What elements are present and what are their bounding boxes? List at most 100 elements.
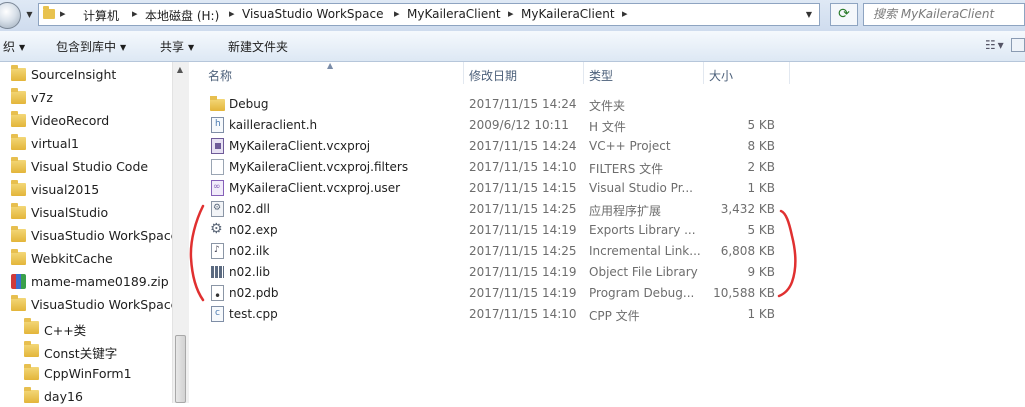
file-size: 3,432 KB [720, 202, 775, 216]
file-size: 8 KB [747, 139, 775, 153]
column-divider[interactable] [463, 62, 464, 84]
nav-item-label: VisuaStudio WorkSpace [31, 297, 179, 312]
nav-item[interactable]: Visual Studio Code [0, 157, 172, 177]
file-size: 1 KB [747, 307, 775, 321]
include-in-library-menu[interactable]: 包含到库中 ▼ [56, 38, 126, 55]
file-row[interactable]: n02.lib 2017/11/15 14:19 Object File Libra… [200, 262, 790, 283]
file-size: 5 KB [747, 118, 775, 132]
file-type: VC++ Project [589, 139, 671, 153]
history-dropdown-icon[interactable]: ▼ [25, 9, 34, 21]
nav-item-label: mame-mame0189.zip [31, 274, 169, 289]
file-name: MyKaileraClient.vcxproj.user [229, 181, 401, 195]
vs-user-file-icon [211, 180, 224, 196]
preview-pane-icon[interactable] [1011, 38, 1025, 52]
breadcrumb-workspace[interactable]: VisuaStudio WorkSpace [242, 7, 383, 21]
nav-item[interactable]: VisualStudio [0, 203, 172, 223]
file-row[interactable]: MyKaileraClient.vcxproj 2017/11/15 14:24 V… [200, 136, 790, 157]
file-modified: 2017/11/15 14:10 [469, 307, 577, 321]
nav-item[interactable]: SourceInsight [0, 65, 172, 85]
column-header-type[interactable]: 类型 [589, 67, 613, 84]
nav-scrollbar-thumb[interactable] [175, 335, 186, 403]
column-header-size[interactable]: 大小 [709, 67, 733, 84]
breadcrumb-mykaileraclient[interactable]: MyKaileraClient [407, 7, 501, 21]
breadcrumb[interactable]: ▸ 计算机 ▸ 本地磁盘 (H:) ▸ VisuaStudio WorkSpac… [38, 3, 820, 26]
file-row[interactable]: kailleraclient.h 2009/6/12 10:11 H 文件 5 KB [200, 115, 790, 136]
folder-icon [11, 249, 26, 265]
file-type: FILTERS 文件 [589, 162, 664, 176]
file-row[interactable]: n02.dll 2017/11/15 14:25 应用程序扩展 3,432 KB [200, 199, 790, 220]
exp-icon [210, 221, 224, 238]
nav-item-label: Visual Studio Code [31, 159, 149, 174]
refresh-button[interactable]: ⟳ [830, 3, 858, 26]
breadcrumb-computer[interactable]: 计算机 [83, 7, 119, 24]
column-header-modified[interactable]: 修改日期 [469, 67, 517, 84]
nav-item[interactable]: VisuaStudio WorkSpace [0, 295, 178, 315]
nav-item-label: Const关键字 [44, 346, 118, 361]
chevron-right-icon[interactable]: ▸ [508, 7, 514, 20]
file-name: n02.pdb [229, 286, 279, 300]
folder-icon [24, 318, 39, 334]
nav-item[interactable]: visual2015 [0, 180, 172, 200]
chevron-right-icon[interactable]: ▸ [60, 7, 66, 20]
file-modified: 2017/11/15 14:24 [469, 139, 577, 153]
nav-item[interactable]: mame-mame0189.zip [0, 272, 172, 292]
file-row[interactable]: n02.exp 2017/11/15 14:19 Exports Library .… [200, 220, 790, 241]
address-dropdown-icon[interactable]: ▼ [802, 7, 816, 22]
zip-icon [11, 274, 26, 289]
file-name: n02.lib [229, 265, 270, 279]
scroll-up-icon[interactable]: ▲ [172, 62, 188, 78]
nav-item[interactable]: WebkitCache [0, 249, 172, 269]
file-size: 10,588 KB [713, 286, 775, 300]
file-row[interactable]: Debug 2017/11/15 14:24 文件夹 [200, 94, 790, 115]
nav-item[interactable]: virtual1 [0, 134, 172, 154]
file-row[interactable]: test.cpp 2017/11/15 14:10 CPP 文件 1 KB [200, 304, 790, 325]
chevron-right-icon[interactable]: ▸ [622, 7, 628, 20]
chevron-down-icon: ▼ [188, 43, 195, 52]
column-divider[interactable] [789, 62, 790, 84]
nav-item-label: C++类 [44, 323, 87, 338]
nav-item-label: VideoRecord [31, 113, 110, 128]
column-divider[interactable] [583, 62, 584, 84]
folder-icon [24, 341, 39, 357]
nav-item[interactable]: VisuaStudio WorkSpace [0, 226, 178, 246]
file-modified: 2017/11/15 14:19 [469, 286, 577, 300]
nav-item[interactable]: day16 [0, 387, 172, 407]
nav-item[interactable]: v7z [0, 88, 172, 108]
file-type: Program Debug... [589, 286, 695, 300]
breadcrumb-current-folder[interactable]: MyKaileraClient [521, 7, 615, 21]
file-row[interactable]: n02.pdb 2017/11/15 14:19 Program Debug... 1… [200, 283, 790, 304]
file-name: n02.dll [229, 202, 270, 216]
column-header-name[interactable]: 名称 [208, 67, 232, 84]
file-type: CPP 文件 [589, 309, 640, 323]
file-modified: 2017/11/15 14:25 [469, 244, 577, 258]
nav-item-label: day16 [44, 389, 83, 404]
file-row[interactable]: MyKaileraClient.vcxproj.user 2017/11/15 1… [200, 178, 790, 199]
file-type: H 文件 [589, 120, 626, 134]
refresh-icon: ⟳ [838, 6, 850, 22]
search-input[interactable]: 搜索 MyKaileraClient [863, 3, 1025, 26]
new-folder-button[interactable]: 新建文件夹 [228, 38, 288, 55]
nav-item[interactable]: CppWinForm1 [0, 364, 172, 384]
folder-icon [24, 387, 39, 403]
folder-icon [11, 134, 26, 150]
chevron-right-icon[interactable]: ▸ [132, 7, 138, 20]
organize-menu[interactable]: 织 ▼ [3, 38, 25, 55]
folder-icon [11, 111, 26, 127]
file-row[interactable]: n02.ilk 2017/11/15 14:25 Incremental Link.… [200, 241, 790, 262]
file-name: n02.exp [229, 223, 278, 237]
nav-item[interactable]: C++类 [0, 318, 172, 338]
chevron-right-icon[interactable]: ▸ [229, 7, 235, 20]
column-divider[interactable] [703, 62, 704, 84]
nav-item[interactable]: Const关键字 [0, 341, 172, 361]
view-options-icon[interactable]: ☷ ▾ [985, 38, 1004, 52]
nav-item-label: SourceInsight [31, 67, 117, 82]
back-button[interactable] [0, 2, 21, 29]
nav-item[interactable]: VideoRecord [0, 111, 172, 131]
chevron-right-icon[interactable]: ▸ [394, 7, 400, 20]
file-name: test.cpp [229, 307, 278, 321]
sort-ascending-icon: ▲ [327, 61, 334, 70]
breadcrumb-drive-h[interactable]: 本地磁盘 (H:) [145, 7, 219, 24]
share-menu[interactable]: 共享 ▼ [160, 38, 194, 55]
vcxproj-icon [211, 138, 224, 154]
file-row[interactable]: MyKaileraClient.vcxproj.filters 2017/11/1… [200, 157, 790, 178]
